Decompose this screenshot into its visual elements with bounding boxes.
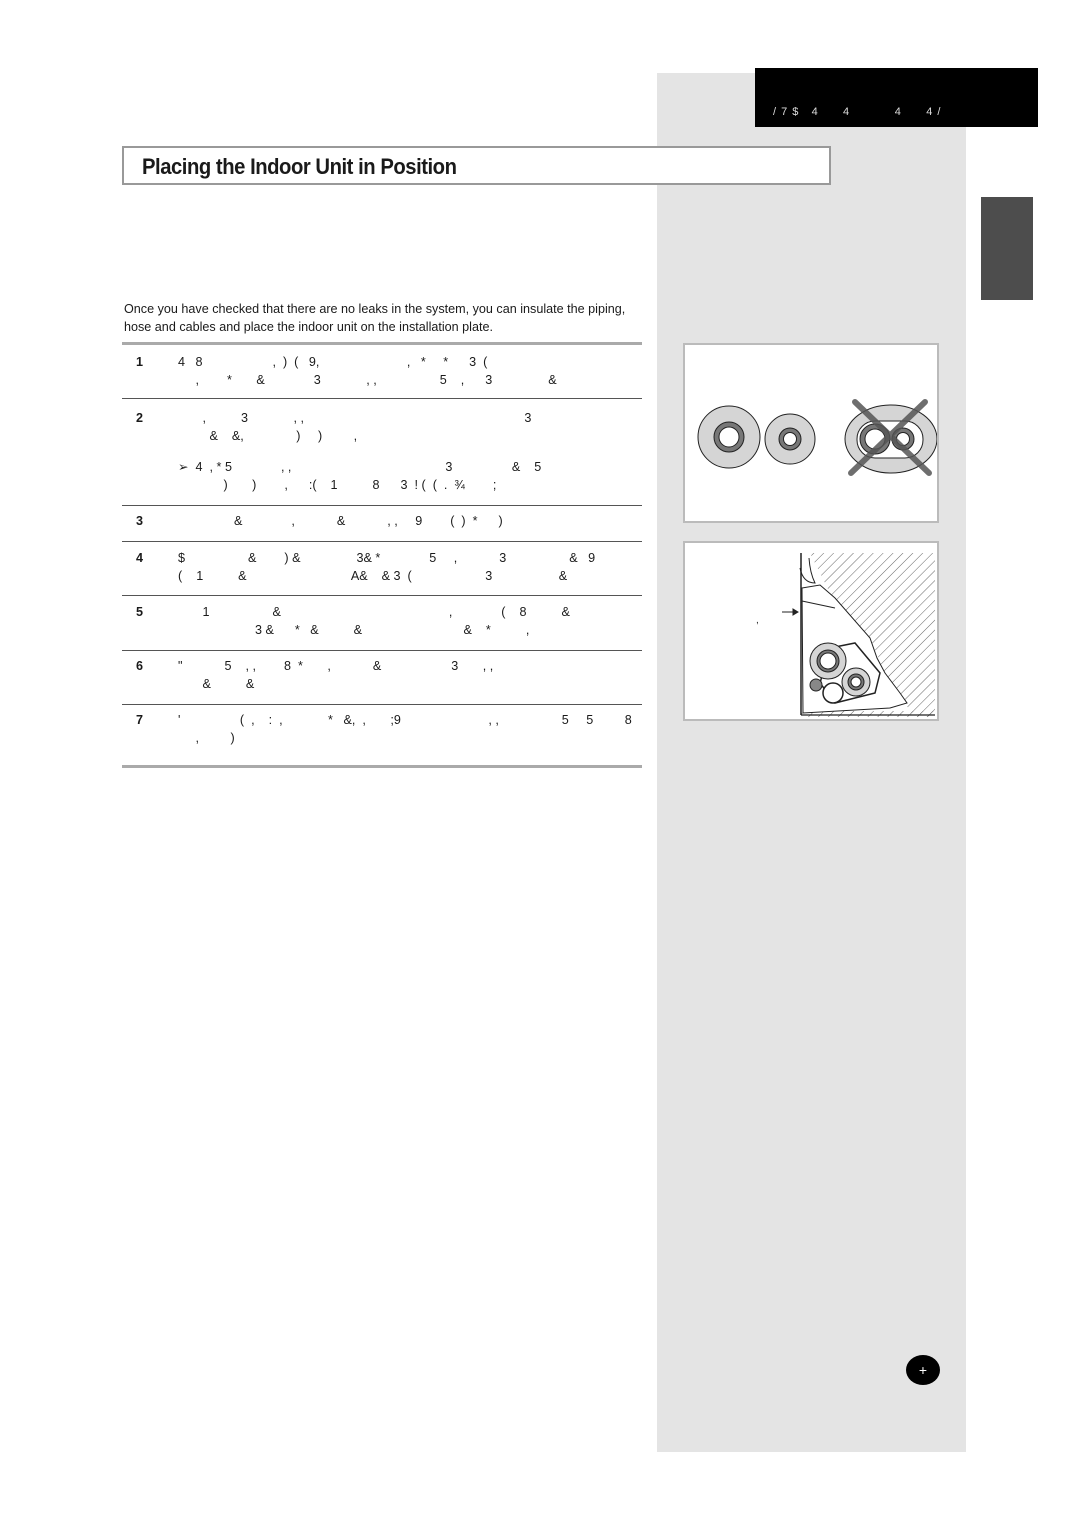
note-text: ) ) , :( 1 8 3 ! ( ( . ¾ ; [178, 478, 497, 492]
large-pipe-insulated [697, 405, 761, 469]
pipe-insulation-illustration [697, 399, 938, 476]
step-number: 5 [136, 605, 144, 619]
chapter-tab [981, 197, 1033, 300]
step-text: ' ( , : , * &, , ;9 , , 5 5 8 [178, 713, 632, 727]
page-title-box: Placing the Indoor Unit in Position [122, 146, 831, 185]
step-text: , * & 3 , , 5 , 3 & [178, 373, 557, 387]
intro-paragraph: Once you have checked that there are no … [124, 302, 626, 334]
step-text: $ & ) & 3& * 5 , 3 & 9 [178, 551, 596, 565]
page-title: Placing the Indoor Unit in Position [142, 154, 457, 179]
divider [122, 704, 642, 705]
step-number: 6 [136, 659, 144, 673]
step-text: & , & , , 9 ( ) * ) [178, 514, 503, 528]
note-text: ➢ 4 , * 5 , , 3 & 5 [178, 460, 542, 474]
step-text: " 5 , , 8 * , & 3 , , [178, 659, 494, 673]
step-text: & & [178, 677, 255, 691]
pipe-insulation-figure [683, 343, 939, 523]
divider [122, 342, 642, 345]
step-number: 2 [136, 411, 144, 425]
divider [122, 650, 642, 651]
section-header-text: / 7 $ 4 4 4 4 / [773, 106, 942, 118]
divider [122, 398, 642, 399]
divider [122, 505, 642, 506]
arrow-icon [782, 608, 799, 616]
step-text: , 3 , , 3 [178, 411, 532, 425]
divider [122, 595, 642, 596]
step-text: 1 & , ( 8 & [178, 605, 570, 619]
step-text: 3 & * & & & * , [178, 623, 530, 637]
step-number: 4 [136, 551, 144, 565]
divider [122, 541, 642, 542]
callout-label: , [756, 615, 759, 626]
unit-cross-section-illustration: , [756, 553, 935, 717]
divider [122, 765, 642, 768]
step-text: , ) [178, 731, 235, 745]
step-number: 1 [136, 355, 144, 369]
step-number: 3 [136, 514, 144, 528]
step-number: 7 [136, 713, 144, 727]
step-text: ( 1 & A& & 3 ( 3 & [178, 569, 568, 583]
page-number-badge: + [906, 1355, 940, 1385]
section-header: / 7 $ 4 4 4 4 / [755, 68, 1038, 127]
step-text: & &, ) ) , [178, 429, 358, 443]
step-text: 4 8 , ) ( 9, , * * 3 ( [178, 355, 488, 369]
small-pipe-insulated [764, 413, 816, 465]
side-column [657, 73, 966, 1452]
unit-cross-section-figure: , [683, 541, 939, 721]
